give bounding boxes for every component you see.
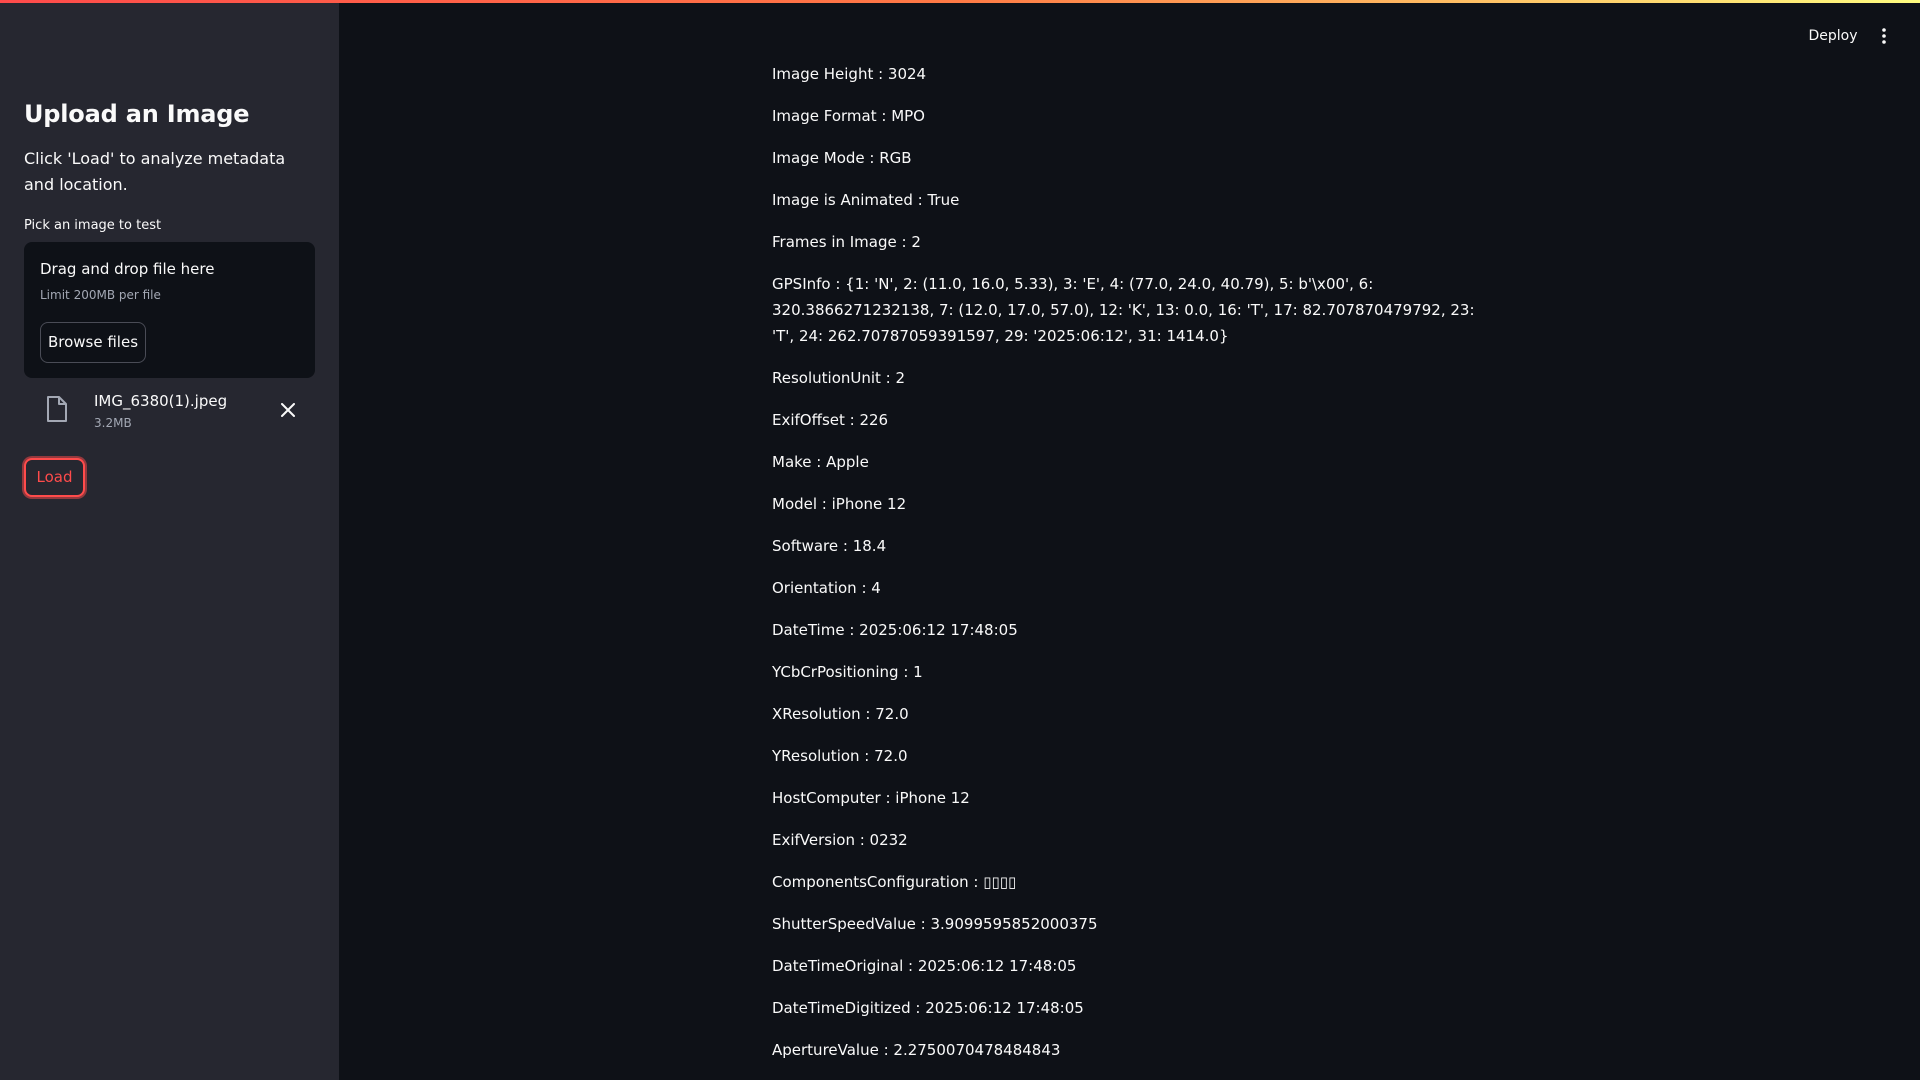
metadata-line: Image is Animated : True [772,191,960,209]
sidebar: Upload an Image Click 'Load' to analyze … [0,0,339,1080]
metadata-line: YCbCrPositioning : 1 [772,663,923,681]
dropzone-title: Drag and drop file here [40,260,215,278]
top-decoration-bar [0,0,1920,3]
metadata-line: DateTimeOriginal : 2025:06:12 17:48:05 [772,957,1077,975]
metadata-line: ApertureValue : 2.2750070478484843 [772,1041,1061,1059]
uploaded-file-row: IMG_6380(1).jpeg 3.2MB [24,386,315,436]
sidebar-description: Click 'Load' to analyze metadata and loc… [24,149,286,194]
uploader-label: Pick an image to test [24,218,162,233]
metadata-line: ComponentsConfiguration : ▯▯▯▯ [772,873,1017,891]
metadata-line: Make : Apple [772,453,869,471]
file-size: 3.2MB [94,416,132,430]
load-button[interactable]: Load [24,458,85,497]
metadata-line: Software : 18.4 [772,537,887,555]
deploy-button[interactable]: Deploy [1800,24,1866,48]
metadata-line: XResolution : 72.0 [772,705,909,723]
dropzone-limit: Limit 200MB per file [40,288,161,302]
kebab-menu-icon[interactable] [1872,24,1896,48]
metadata-line: DateTimeDigitized : 2025:06:12 17:48:05 [772,999,1084,1017]
metadata-line: Image Format : MPO [772,107,925,125]
metadata-line: DateTime : 2025:06:12 17:48:05 [772,621,1018,639]
file-icon [46,396,68,422]
metadata-line: YResolution : 72.0 [772,747,908,765]
metadata-line: Image Height : 3024 [772,65,927,83]
file-dropzone[interactable]: Drag and drop file here Limit 200MB per … [24,242,315,378]
metadata-line: ShutterSpeedValue : 3.9099595852000375 [772,915,1098,933]
metadata-line: ExifOffset : 226 [772,411,889,429]
metadata-line-gpsinfo: GPSInfo : {1: 'N', 2: (11.0, 16.0, 5.33)… [772,275,1475,345]
browse-files-button[interactable]: Browse files [40,322,146,363]
metadata-line: Frames in Image : 2 [772,233,921,251]
metadata-line: HostComputer : iPhone 12 [772,789,970,807]
metadata-line: Model : iPhone 12 [772,495,907,513]
close-icon[interactable] [276,398,300,422]
metadata-line: ResolutionUnit : 2 [772,369,906,387]
file-name: IMG_6380(1).jpeg [94,392,228,410]
sidebar-title: Upload an Image [24,100,250,128]
metadata-line: Orientation : 4 [772,579,881,597]
metadata-line: Image Mode : RGB [772,149,912,167]
metadata-line: ExifVersion : 0232 [772,831,908,849]
